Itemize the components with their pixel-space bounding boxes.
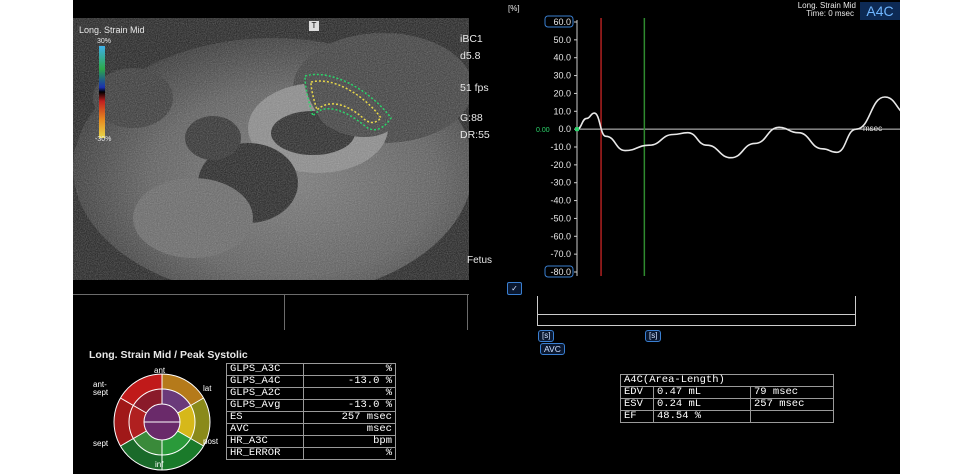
glps-row: HR_ERROR% [226,447,396,460]
timeline-bar[interactable] [537,296,856,326]
y-tick-label: 10.0 [553,106,571,116]
setting-gain: G:88 [460,112,483,124]
echo-screen: Long. Strain Mid Time: 0 msec A4C Long. … [73,0,900,474]
glps-table: GLPS_A3C% GLPS_A4C -13.0 % GLPS_A2C% GLPS_Av… [226,363,396,460]
glps-row: GLPS_A2C% [226,387,396,400]
glps-value: % [303,363,396,376]
setting-probe: iBC1 [460,33,483,45]
seg-label-post: post [203,437,219,446]
timeline-track [538,314,855,315]
panel-divider-h [73,294,469,295]
volume-value: 0.47 mL [653,386,751,399]
glps-label: AVC [226,423,304,436]
volume-row: ESV 0.24 mL 257 msec [620,398,834,411]
glps-value: bpm [303,435,396,448]
volume-row: EF 48.54 % [620,410,834,423]
probe-marker: T [309,21,319,31]
seg-label-ant-sept: ant-sept [93,380,109,397]
glps-value: 257 msec [303,411,396,424]
glps-value: -13.0 % [303,375,396,388]
glps-row: GLPS_Avg -13.0 % [226,399,396,412]
volume-row: EDV 0.47 mL 79 msec [620,386,834,399]
scale-top-label: 30% [97,38,112,45]
volume-table: A4C(Area-Length) EDV 0.47 mL 79 msec ESV 0.2… [620,374,834,423]
bullseye-plot[interactable] [87,362,237,474]
bullseye-title: Long. Strain Mid / Peak Systolic [89,349,248,361]
y-tick-label: -50.0 [550,213,571,223]
y-tick-label: -80.0 [550,267,571,277]
glps-value: -13.0 % [303,399,396,412]
volume-label: EF [620,410,654,423]
ultrasound-texture [73,18,469,280]
panel-divider-v2 [467,294,468,330]
setting-dynamic-range: DR:55 [460,129,490,141]
check-button[interactable]: ✓ [507,282,522,295]
volume-time: 257 msec [750,398,834,411]
glps-label: GLPS_A4C [226,375,304,388]
volume-label: EDV [620,386,654,399]
volume-value: 0.24 mL [653,398,751,411]
glps-row: GLPS_A4C -13.0 % [226,375,396,388]
seg-label-ant: ant [154,366,166,375]
y-tick-label: -70.0 [550,249,571,259]
timeline-tag-2[interactable]: [s] [645,330,662,342]
glps-value: msec [303,423,396,436]
glps-label: GLPS_Avg [226,399,304,412]
mode-label: Long. Strain Mid [79,25,145,35]
glps-value: % [303,387,396,400]
strain-chart[interactable]: 60.0 50.0 40.0 30.0 20.0 10.0 0.0 -10.0 -20.0 -30… [503,14,900,294]
volume-time [750,410,834,423]
marker-value: 0.00 [536,127,550,134]
glps-value: % [303,447,396,460]
chart-unit-label: [%] [508,4,520,13]
y-tick-label: 30.0 [553,71,571,81]
y-tick-label: 20.0 [553,88,571,98]
ultrasound-image[interactable]: Long. Strain Mid T 30% -30% [73,18,469,280]
preset-label: Fetus [467,255,493,266]
y-tick-label: 0.0 [558,124,571,134]
seg-label-lat: lat [203,384,212,393]
strain-color-scale [99,46,105,138]
y-tick-label: 50.0 [553,35,571,45]
glps-label: GLPS_A2C [226,387,304,400]
volume-table-title: A4C(Area-Length) [620,374,834,387]
panel-divider-v1 [284,294,285,330]
glps-label: HR_A3C [226,435,304,448]
avc-marker[interactable]: AVC [540,343,565,355]
glps-label: ES [226,411,304,424]
glps-row: ES 257 msec [226,411,396,424]
y-tick-label: -20.0 [550,160,571,170]
glps-row: HR_A3C bpm [226,435,396,448]
timeline-tag-1[interactable]: [s] [538,330,555,342]
y-tick-label: -30.0 [550,178,571,188]
glps-label: GLPS_A3C [226,363,304,376]
volume-value: 48.54 % [653,410,751,423]
setting-depth: d5.8 [460,50,481,62]
volume-label: ESV [620,398,654,411]
seg-label-inf: inf [155,460,164,469]
x-unit-label: msec [863,124,883,133]
seg-label-sept: sept [93,439,109,448]
y-tick-label: -10.0 [550,142,571,152]
strain-curve [576,96,900,159]
scale-bottom-label: -30% [95,136,112,143]
y-tick-label: 40.0 [553,53,571,63]
y-tick-label: -60.0 [550,231,571,241]
origin-marker [575,127,579,132]
y-tick-label: 60.0 [553,17,571,27]
volume-time: 79 msec [750,386,834,399]
glps-label: HR_ERROR [226,447,304,460]
glps-row: AVC msec [226,423,396,436]
glps-row: GLPS_A3C% [226,363,396,376]
setting-fps: 51 fps [460,82,489,94]
y-tick-label: -40.0 [550,196,571,206]
